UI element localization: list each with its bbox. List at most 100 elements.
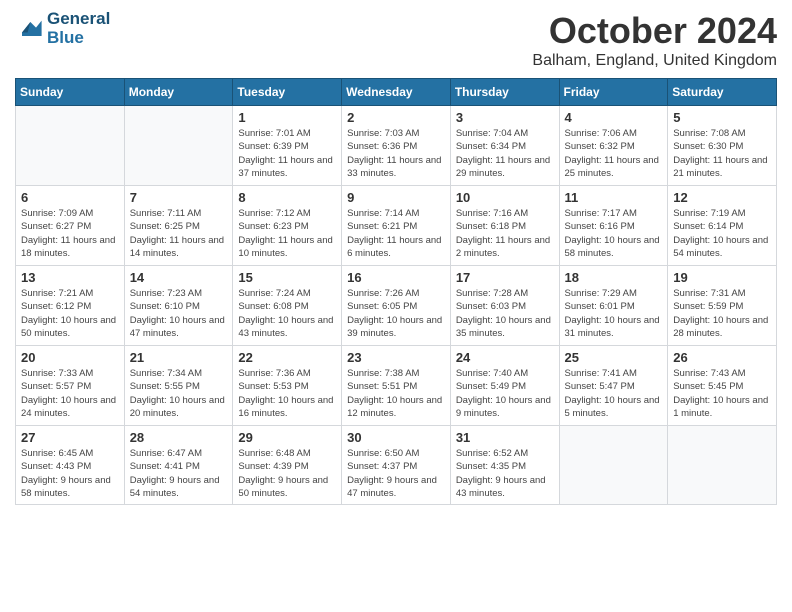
day-number: 29 — [238, 430, 336, 445]
calendar-cell: 18Sunrise: 7:29 AM Sunset: 6:01 PM Dayli… — [559, 266, 668, 346]
day-number: 27 — [21, 430, 119, 445]
day-detail: Sunrise: 7:38 AM Sunset: 5:51 PM Dayligh… — [347, 367, 445, 420]
weekday-header-monday: Monday — [124, 79, 233, 106]
logo-icon — [15, 15, 43, 43]
calendar-cell: 27 Sunrise: 6:45 AM Sunset: 4:43 PM Dayli… — [16, 426, 125, 505]
day-detail: Sunrise: 7:36 AM Sunset: 5:53 PM Dayligh… — [238, 367, 336, 420]
calendar-cell: 21 Sunrise: 7:34 AM Sunset: 5:55 PM Dayli… — [124, 346, 233, 426]
calendar-cell: 4 Sunrise: 7:06 AM Sunset: 6:32 PM Daylig… — [559, 106, 668, 186]
calendar-week-3: 13Sunrise: 7:21 AM Sunset: 6:12 PM Dayli… — [16, 266, 777, 346]
calendar-week-1: 1Sunrise: 7:01 AM Sunset: 6:39 PM Daylig… — [16, 106, 777, 186]
day-number: 21 — [130, 350, 228, 365]
day-number: 11 — [565, 190, 663, 205]
day-detail: Sunrise: 6:45 AM Sunset: 4:43 PM Dayligh… — [21, 447, 119, 500]
title-block: October 2024 Balham, England, United Kin… — [532, 10, 777, 70]
weekday-header-thursday: Thursday — [450, 79, 559, 106]
day-number: 25 — [565, 350, 663, 365]
calendar-cell: 5Sunrise: 7:08 AM Sunset: 6:30 PM Daylig… — [668, 106, 777, 186]
month-title: October 2024 — [532, 10, 777, 52]
calendar-cell: 2 Sunrise: 7:03 AM Sunset: 6:36 PM Daylig… — [342, 106, 451, 186]
calendar-cell: 3 Sunrise: 7:04 AM Sunset: 6:34 PM Daylig… — [450, 106, 559, 186]
calendar-cell — [124, 106, 233, 186]
day-detail: Sunrise: 6:47 AM Sunset: 4:41 PM Dayligh… — [130, 447, 228, 500]
calendar-cell: 28 Sunrise: 6:47 AM Sunset: 4:41 PM Dayli… — [124, 426, 233, 505]
day-number: 7 — [130, 190, 228, 205]
calendar-cell: 15 Sunrise: 7:24 AM Sunset: 6:08 PM Dayli… — [233, 266, 342, 346]
weekday-header-tuesday: Tuesday — [233, 79, 342, 106]
calendar-week-2: 6Sunrise: 7:09 AM Sunset: 6:27 PM Daylig… — [16, 186, 777, 266]
calendar-cell: 19 Sunrise: 7:31 AM Sunset: 5:59 PM Dayli… — [668, 266, 777, 346]
calendar-cell: 30 Sunrise: 6:50 AM Sunset: 4:37 PM Dayli… — [342, 426, 451, 505]
day-number: 4 — [565, 110, 663, 125]
day-number: 19 — [673, 270, 771, 285]
weekday-header-sunday: Sunday — [16, 79, 125, 106]
day-detail: Sunrise: 7:23 AM Sunset: 6:10 PM Dayligh… — [130, 287, 228, 340]
day-detail: Sunrise: 7:41 AM Sunset: 5:47 PM Dayligh… — [565, 367, 663, 420]
weekday-header-row: SundayMondayTuesdayWednesdayThursdayFrid… — [16, 79, 777, 106]
day-detail: Sunrise: 7:24 AM Sunset: 6:08 PM Dayligh… — [238, 287, 336, 340]
calendar-cell — [668, 426, 777, 505]
day-number: 30 — [347, 430, 445, 445]
day-number: 12 — [673, 190, 771, 205]
day-number: 2 — [347, 110, 445, 125]
day-detail: Sunrise: 7:06 AM Sunset: 6:32 PM Dayligh… — [565, 127, 663, 180]
day-detail: Sunrise: 7:04 AM Sunset: 6:34 PM Dayligh… — [456, 127, 554, 180]
day-detail: Sunrise: 7:34 AM Sunset: 5:55 PM Dayligh… — [130, 367, 228, 420]
weekday-header-saturday: Saturday — [668, 79, 777, 106]
day-detail: Sunrise: 7:19 AM Sunset: 6:14 PM Dayligh… — [673, 207, 771, 260]
calendar-cell: 6Sunrise: 7:09 AM Sunset: 6:27 PM Daylig… — [16, 186, 125, 266]
day-number: 22 — [238, 350, 336, 365]
day-number: 23 — [347, 350, 445, 365]
day-detail: Sunrise: 7:31 AM Sunset: 5:59 PM Dayligh… — [673, 287, 771, 340]
day-detail: Sunrise: 7:26 AM Sunset: 6:05 PM Dayligh… — [347, 287, 445, 340]
weekday-header-friday: Friday — [559, 79, 668, 106]
day-number: 5 — [673, 110, 771, 125]
calendar-cell: 7 Sunrise: 7:11 AM Sunset: 6:25 PM Daylig… — [124, 186, 233, 266]
day-detail: Sunrise: 7:16 AM Sunset: 6:18 PM Dayligh… — [456, 207, 554, 260]
calendar-cell — [559, 426, 668, 505]
day-detail: Sunrise: 7:21 AM Sunset: 6:12 PM Dayligh… — [21, 287, 119, 340]
calendar-cell: 20Sunrise: 7:33 AM Sunset: 5:57 PM Dayli… — [16, 346, 125, 426]
weekday-header-wednesday: Wednesday — [342, 79, 451, 106]
calendar-cell: 9 Sunrise: 7:14 AM Sunset: 6:21 PM Daylig… — [342, 186, 451, 266]
day-detail: Sunrise: 7:43 AM Sunset: 5:45 PM Dayligh… — [673, 367, 771, 420]
calendar-cell: 23 Sunrise: 7:38 AM Sunset: 5:51 PM Dayli… — [342, 346, 451, 426]
calendar-cell: 16 Sunrise: 7:26 AM Sunset: 6:05 PM Dayli… — [342, 266, 451, 346]
location: Balham, England, United Kingdom — [532, 52, 777, 70]
day-detail: Sunrise: 7:28 AM Sunset: 6:03 PM Dayligh… — [456, 287, 554, 340]
day-number: 15 — [238, 270, 336, 285]
calendar-week-5: 27 Sunrise: 6:45 AM Sunset: 4:43 PM Dayli… — [16, 426, 777, 505]
calendar-table: SundayMondayTuesdayWednesdayThursdayFrid… — [15, 78, 777, 505]
calendar-cell: 12 Sunrise: 7:19 AM Sunset: 6:14 PM Dayli… — [668, 186, 777, 266]
day-detail: Sunrise: 6:50 AM Sunset: 4:37 PM Dayligh… — [347, 447, 445, 500]
day-number: 28 — [130, 430, 228, 445]
day-detail: Sunrise: 7:11 AM Sunset: 6:25 PM Dayligh… — [130, 207, 228, 260]
day-detail: Sunrise: 7:17 AM Sunset: 6:16 PM Dayligh… — [565, 207, 663, 260]
day-number: 1 — [238, 110, 336, 125]
day-number: 26 — [673, 350, 771, 365]
day-detail: Sunrise: 7:09 AM Sunset: 6:27 PM Dayligh… — [21, 207, 119, 260]
day-detail: Sunrise: 6:48 AM Sunset: 4:39 PM Dayligh… — [238, 447, 336, 500]
day-number: 17 — [456, 270, 554, 285]
calendar-cell: 8 Sunrise: 7:12 AM Sunset: 6:23 PM Daylig… — [233, 186, 342, 266]
logo: General Blue — [15, 10, 110, 47]
day-number: 9 — [347, 190, 445, 205]
calendar-cell: 11 Sunrise: 7:17 AM Sunset: 6:16 PM Dayli… — [559, 186, 668, 266]
calendar-cell: 17 Sunrise: 7:28 AM Sunset: 6:03 PM Dayli… — [450, 266, 559, 346]
day-detail: Sunrise: 7:29 AM Sunset: 6:01 PM Dayligh… — [565, 287, 663, 340]
day-detail: Sunrise: 7:33 AM Sunset: 5:57 PM Dayligh… — [21, 367, 119, 420]
day-detail: Sunrise: 6:52 AM Sunset: 4:35 PM Dayligh… — [456, 447, 554, 500]
calendar-cell: 14 Sunrise: 7:23 AM Sunset: 6:10 PM Dayli… — [124, 266, 233, 346]
day-number: 8 — [238, 190, 336, 205]
calendar-cell: 24Sunrise: 7:40 AM Sunset: 5:49 PM Dayli… — [450, 346, 559, 426]
day-detail: Sunrise: 7:12 AM Sunset: 6:23 PM Dayligh… — [238, 207, 336, 260]
calendar-cell: 22 Sunrise: 7:36 AM Sunset: 5:53 PM Dayli… — [233, 346, 342, 426]
calendar-cell: 26 Sunrise: 7:43 AM Sunset: 5:45 PM Dayli… — [668, 346, 777, 426]
day-detail: Sunrise: 7:03 AM Sunset: 6:36 PM Dayligh… — [347, 127, 445, 180]
day-number: 14 — [130, 270, 228, 285]
day-number: 3 — [456, 110, 554, 125]
calendar-cell: 10Sunrise: 7:16 AM Sunset: 6:18 PM Dayli… — [450, 186, 559, 266]
calendar-cell: 31Sunrise: 6:52 AM Sunset: 4:35 PM Dayli… — [450, 426, 559, 505]
day-detail: Sunrise: 7:14 AM Sunset: 6:21 PM Dayligh… — [347, 207, 445, 260]
day-number: 16 — [347, 270, 445, 285]
